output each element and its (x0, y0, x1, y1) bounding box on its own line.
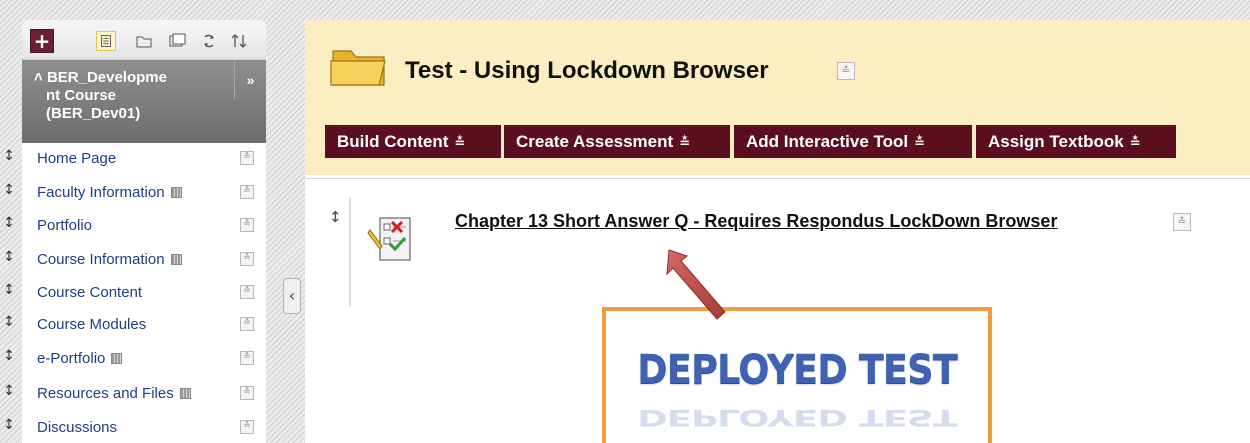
build-content-label[interactable]: Build Content (337, 132, 448, 151)
chevron-down-icon[interactable]: ≛ (240, 151, 254, 165)
sidebar-item-course-modules[interactable]: Course Modules ≛ (22, 310, 266, 338)
course-title[interactable]: ˄ BER_Developme nt Course (BER_Dev01) (34, 69, 214, 123)
chevron-down-icon[interactable]: ≛ (679, 136, 690, 151)
chevron-down-icon[interactable]: ≛ (240, 285, 254, 299)
content-divider (305, 178, 1250, 198)
sidebar-item-text[interactable]: Course Information (37, 251, 165, 268)
sidebar-item-text[interactable]: Resources and Files (37, 385, 174, 402)
assign-textbook-label[interactable]: Assign Textbook (988, 132, 1124, 151)
sidebar-item-discussions[interactable]: Discussions ≛ (22, 413, 266, 441)
sidebar-item-faculty-information[interactable]: Faculty Information ≛ (22, 178, 266, 206)
drag-handle-icon[interactable]: ↕ (3, 212, 15, 236)
sidebar-item-resources-and-files[interactable]: Resources and Files ≛ (22, 379, 266, 407)
course-title-line-1: BER_Developme (46, 69, 167, 86)
page-title: Test - Using Lockdown Browser (405, 57, 769, 84)
list-view-icon[interactable] (96, 31, 116, 51)
refresh-icon[interactable] (199, 31, 219, 51)
sidebar-item-label[interactable]: Course Modules (37, 316, 146, 333)
chevron-down-icon[interactable]: ≛ (914, 136, 925, 151)
callout-reflection: DEPLOYED TEST (637, 404, 957, 430)
deployed-test-callout: DEPLOYED TEST DEPLOYED TEST (602, 307, 992, 443)
add-menu-item-button[interactable]: + (30, 29, 54, 53)
sidebar-item-text[interactable]: Faculty Information (37, 184, 165, 201)
sort-icon[interactable] (229, 31, 249, 51)
chevron-down-icon[interactable]: ≛ (240, 317, 254, 331)
chevron-down-icon[interactable]: ≛ (837, 62, 855, 80)
create-assessment-label[interactable]: Create Assessment (516, 132, 673, 151)
course-header[interactable]: ˄ BER_Developme nt Course (BER_Dev01) » (22, 60, 266, 143)
sidebar-item-label[interactable]: Faculty Information (37, 184, 182, 201)
collapse-course-icon[interactable]: ˄ (34, 69, 43, 86)
drag-handle-icon[interactable]: ↕ (3, 246, 15, 270)
sidebar-item-course-information[interactable]: Course Information ≛ (22, 245, 266, 273)
sidebar-toolbar: + (22, 20, 266, 60)
test-item-link[interactable]: Chapter 13 Short Answer Q - Requires Res… (455, 211, 1057, 232)
chevron-down-icon[interactable]: ≛ (240, 386, 254, 400)
course-title-line-2: nt Course (46, 87, 117, 104)
hidden-item-icon (170, 254, 182, 265)
create-assessment-button[interactable]: Create Assessment ≛ (504, 125, 730, 158)
sidebar-item-label[interactable]: Resources and Files (37, 385, 191, 402)
sidebar-item-label[interactable]: e-Portfolio (37, 350, 123, 367)
sidebar-item-label[interactable]: Home Page (37, 150, 116, 167)
content-header: Test - Using Lockdown Browser ≛ Build Co… (305, 20, 1250, 175)
chevron-down-icon[interactable]: ≛ (240, 185, 254, 199)
drag-handle-icon[interactable]: ↕ (3, 179, 15, 203)
folder-icon (330, 50, 386, 86)
drag-handle-icon[interactable]: ↕ (3, 414, 15, 438)
sidebar-item-course-content[interactable]: Course Content ≛ (22, 278, 266, 306)
drag-handle-icon[interactable]: ↕ (3, 380, 15, 404)
add-interactive-tool-label[interactable]: Add Interactive Tool (746, 132, 908, 151)
window-view-icon[interactable] (167, 31, 187, 51)
chevron-down-icon[interactable]: ≛ (1130, 136, 1141, 151)
expand-course-button[interactable]: » (234, 60, 266, 100)
build-content-button[interactable]: Build Content ≛ (325, 125, 501, 158)
chevron-down-icon[interactable]: ≛ (454, 136, 465, 151)
hidden-item-icon (170, 187, 182, 198)
item-border (349, 198, 351, 306)
course-title-line-3: (BER_Dev01) (46, 105, 141, 122)
assign-textbook-button[interactable]: Assign Textbook ≛ (976, 125, 1176, 158)
drag-handle-icon[interactable]: ↕ (3, 279, 15, 303)
sidebar-item-label[interactable]: Course Information (37, 251, 182, 268)
arrow-icon (666, 249, 726, 320)
sidebar-item-home-page[interactable]: Home Page ≛ (22, 144, 266, 172)
chevron-down-icon[interactable]: ≛ (240, 351, 254, 365)
sidebar-item-e-portfolio[interactable]: e-Portfolio ≛ (22, 344, 266, 372)
drag-handle-icon[interactable]: ↕ (3, 311, 15, 335)
hidden-item-icon (179, 388, 191, 399)
sidebar-item-portfolio[interactable]: Portfolio ≛ (22, 211, 266, 239)
collapse-menu-button[interactable]: ‹ (283, 278, 301, 314)
sidebar-item-label[interactable]: Course Content (37, 284, 142, 301)
sidebar-item-label[interactable]: Discussions (37, 419, 117, 436)
chevron-down-icon[interactable]: ≛ (1173, 213, 1191, 231)
test-icon (367, 217, 411, 261)
content-area: Test - Using Lockdown Browser ≛ Build Co… (305, 20, 1250, 443)
drag-handle-icon[interactable]: ↕ (3, 345, 15, 369)
callout-text: DEPLOYED TEST (637, 347, 958, 393)
drag-handle-icon[interactable]: ↕ (329, 207, 342, 227)
chevron-down-icon[interactable]: ≛ (240, 218, 254, 232)
chevron-down-icon[interactable]: ≛ (240, 420, 254, 434)
sidebar-item-label[interactable]: Portfolio (37, 217, 92, 234)
sidebar-item-text[interactable]: e-Portfolio (37, 350, 105, 367)
course-menu-sidebar: + ˄ BER_Developme nt Course (BER_Dev01) … (22, 20, 266, 443)
add-interactive-tool-button[interactable]: Add Interactive Tool ≛ (734, 125, 972, 158)
drag-handle-icon[interactable]: ↕ (3, 145, 15, 169)
hidden-item-icon (111, 353, 123, 364)
folder-view-icon[interactable] (134, 31, 154, 51)
chevron-down-icon[interactable]: ≛ (240, 252, 254, 266)
